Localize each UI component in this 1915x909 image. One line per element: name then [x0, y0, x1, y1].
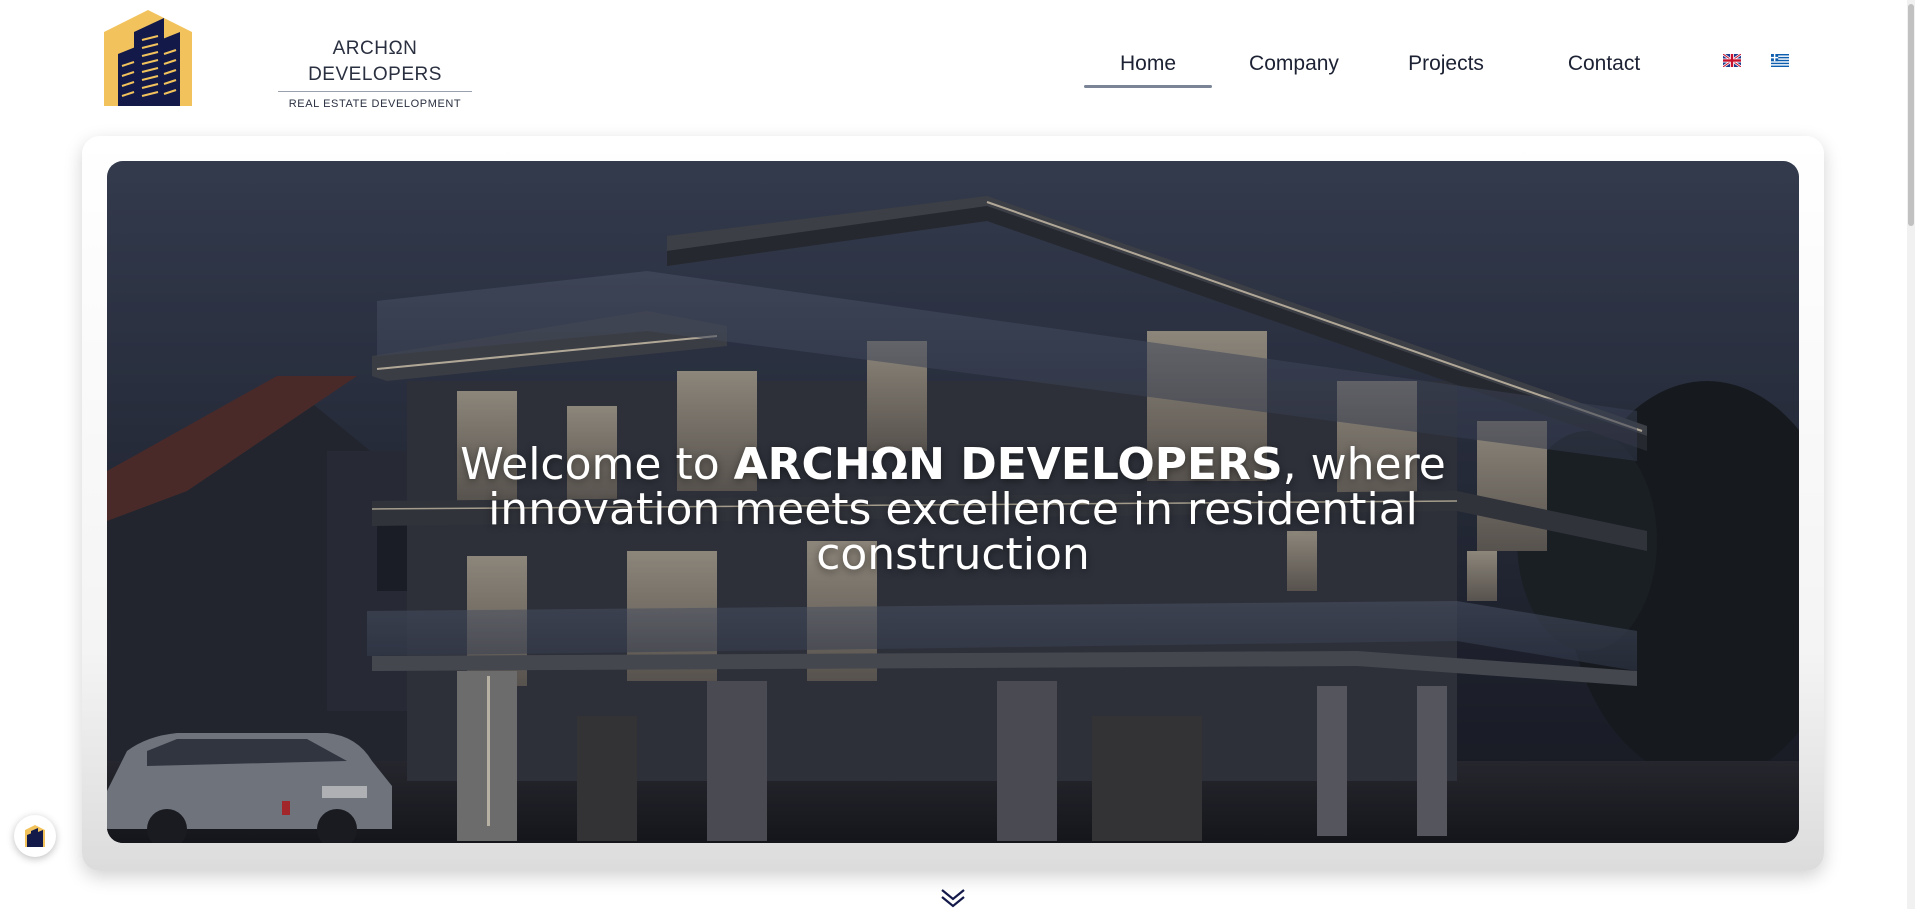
hero-brand-name: ARCHΩN DEVELOPERS — [733, 439, 1283, 490]
nav-item-company[interactable]: Company — [1244, 44, 1344, 84]
brand-tagline: REAL ESTATE DEVELOPMENT — [288, 98, 462, 110]
brand-name: ARCHΩN DEVELOPERS — [308, 38, 442, 85]
greece-flag-icon[interactable] — [1771, 54, 1789, 67]
hero-line-1-prefix: Welcome to — [460, 439, 734, 490]
site-header: ARCHΩN DEVELOPERS REAL ESTATE DEVELOPMEN… — [0, 0, 1915, 130]
hero-line-2: innovation meets excellence in residenti… — [488, 484, 1418, 535]
nav-item-projects[interactable]: Projects — [1404, 44, 1488, 84]
hero-line-1: Welcome to ARCHΩN DEVELOPERS, where — [107, 442, 1799, 487]
chevron-double-down-icon[interactable] — [940, 888, 966, 908]
nav-item-contact[interactable]: Contact — [1562, 44, 1646, 84]
nav-item-home[interactable]: Home — [1084, 44, 1212, 88]
hero-banner: Welcome to ARCHΩN DEVELOPERS, where inno… — [107, 161, 1799, 843]
floating-logo-button[interactable] — [14, 815, 56, 857]
uk-flag-icon[interactable] — [1723, 54, 1741, 67]
hero-line-3: construction — [816, 529, 1090, 580]
scrollbar-thumb[interactable] — [1908, 4, 1914, 226]
hero-line-1-suffix: , where — [1282, 439, 1446, 490]
hero-headline: Welcome to ARCHΩN DEVELOPERS, where inno… — [107, 442, 1799, 577]
brand-divider — [278, 91, 472, 92]
archon-logo-icon[interactable] — [104, 10, 192, 106]
brand-wordmark[interactable]: ARCHΩN DEVELOPERS REAL ESTATE DEVELOPMEN… — [270, 36, 480, 110]
page-scrollbar[interactable] — [1907, 0, 1915, 909]
building-logo-icon — [25, 825, 45, 847]
